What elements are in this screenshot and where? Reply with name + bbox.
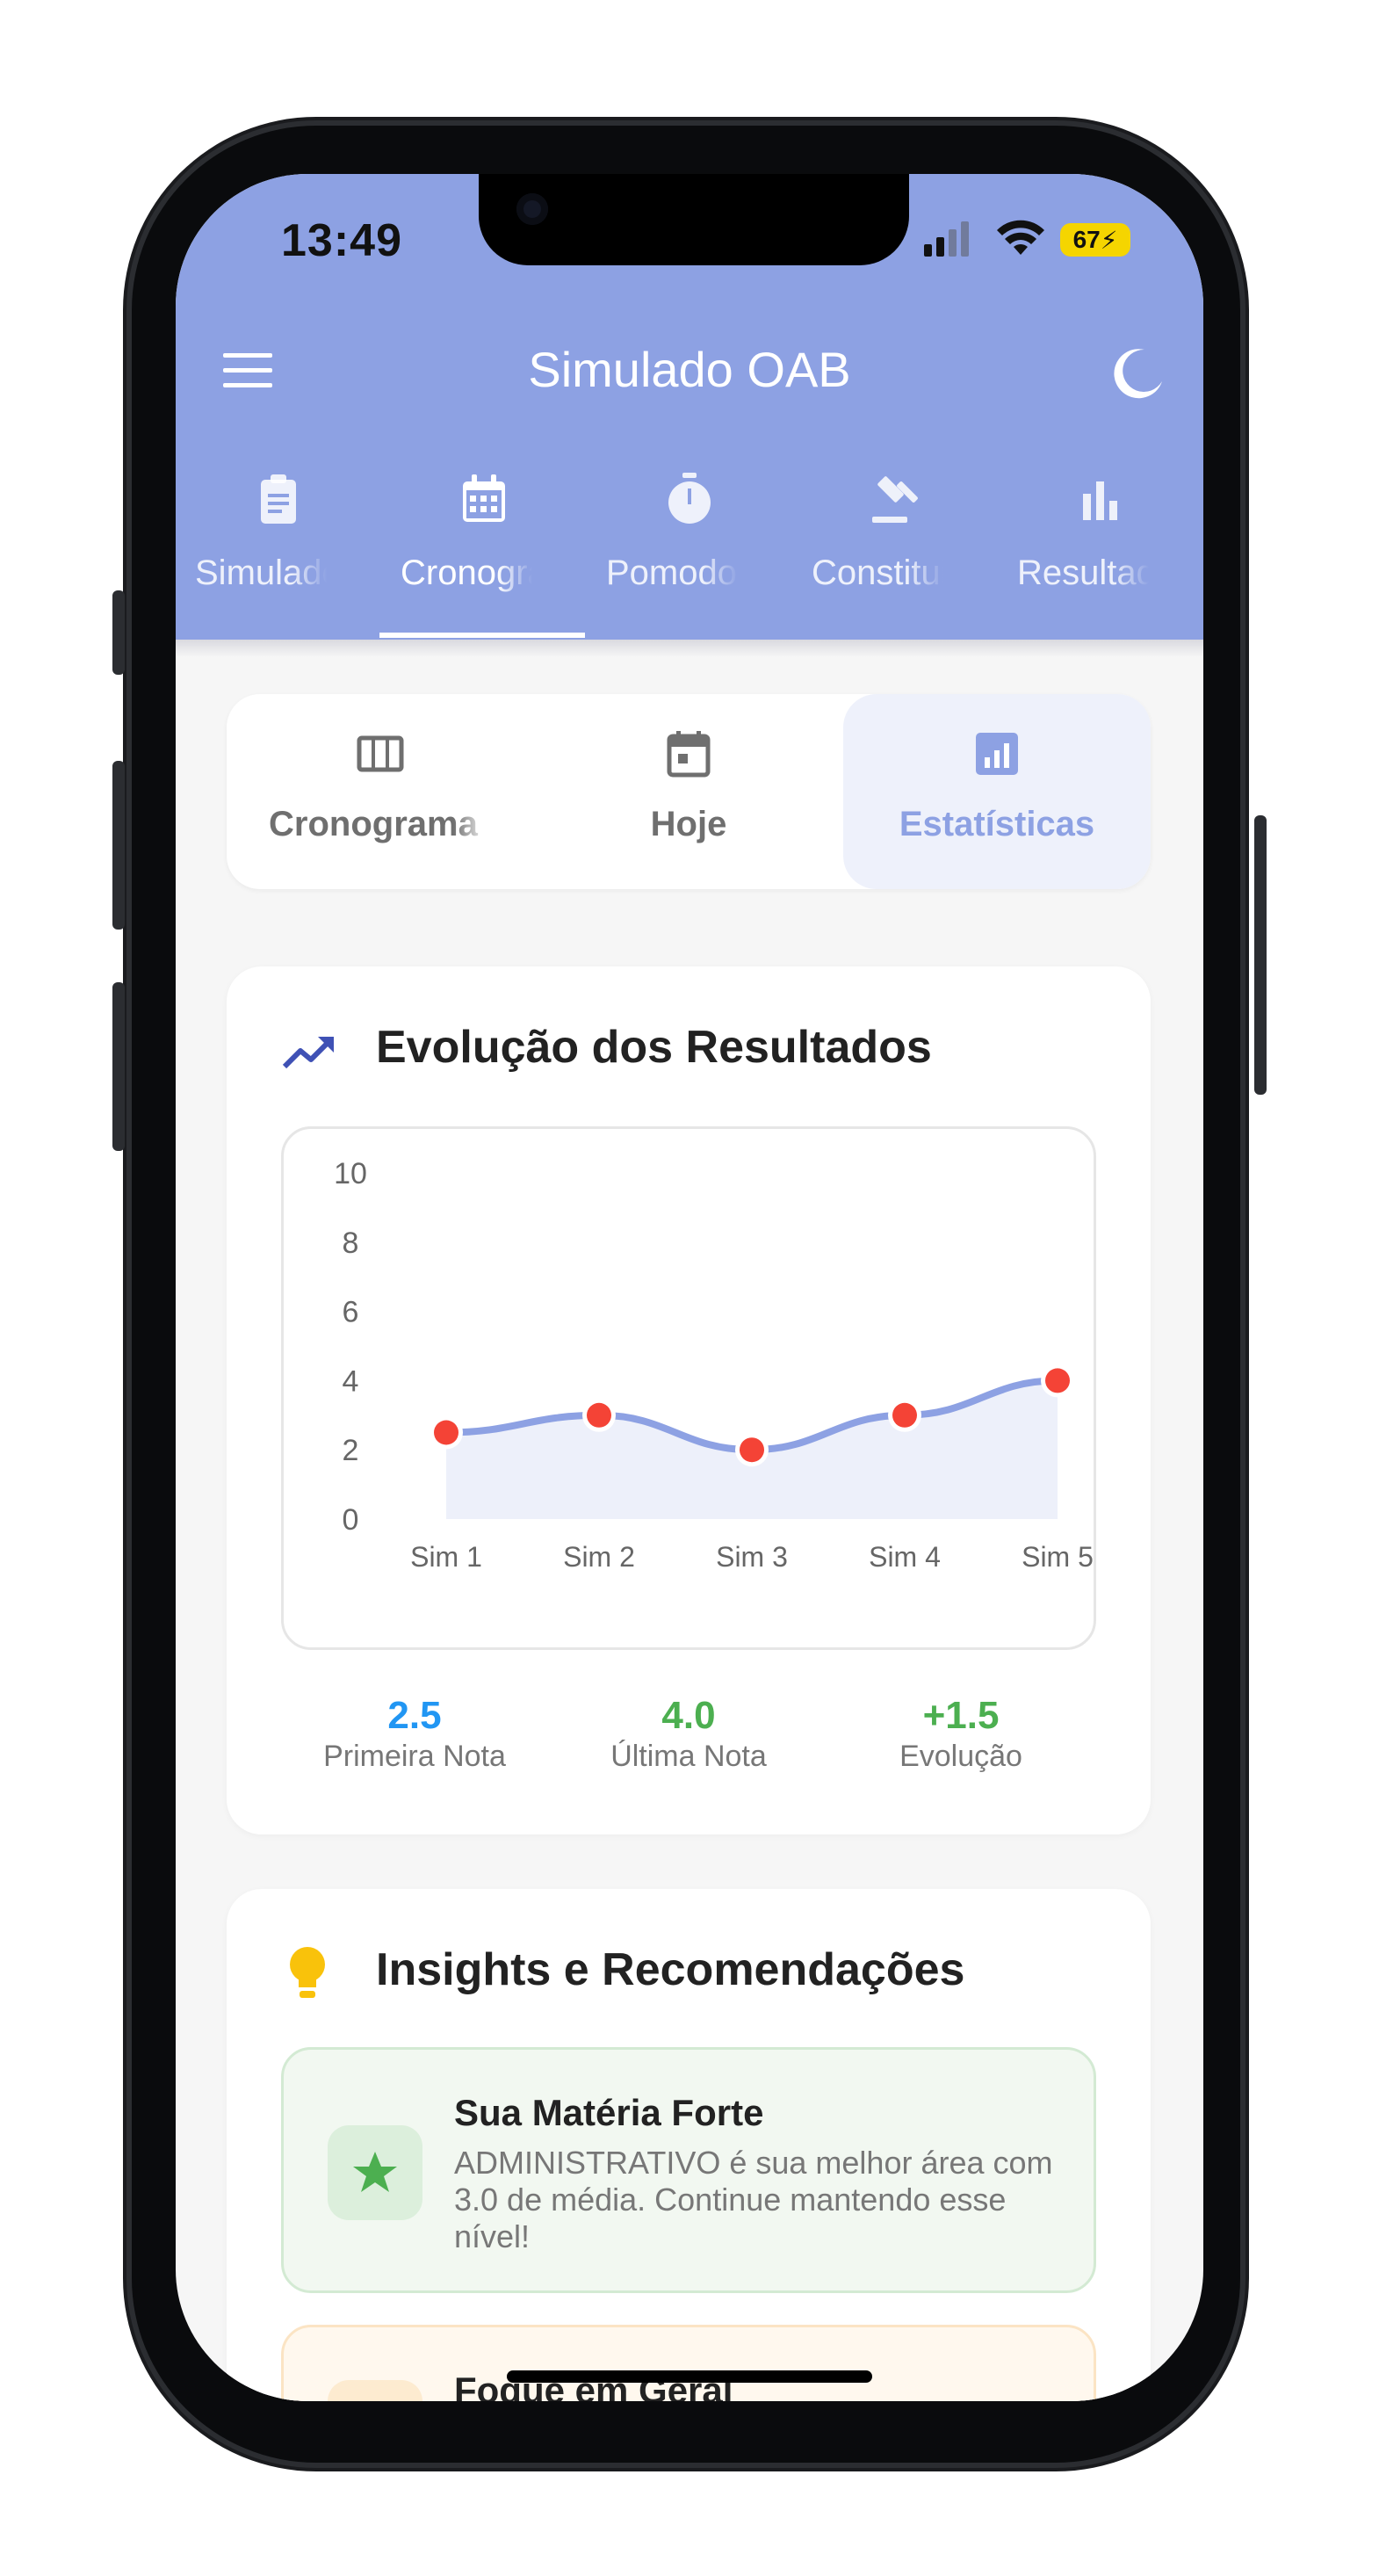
data-point [892, 1402, 917, 1428]
evolution-chart: 0 2 4 6 8 10 Sim 1 Sim 2 Sim 3 Sim 4 Sim 5 [281, 1126, 1096, 1650]
last-score-value: 4.0 [661, 1694, 716, 1737]
insight-title: Sua Matéria Forte [454, 2092, 764, 2133]
x-tick-label: Sim 5 [1022, 1541, 1094, 1573]
tab-label: Simulados [195, 554, 327, 593]
front-camera [516, 193, 548, 225]
tab-label: Resultados [1017, 554, 1149, 593]
data-point [434, 1420, 458, 1445]
insight-badge [328, 2380, 422, 2401]
insight-strong-subject[interactable]: Sua Matéria Forte ADMINISTRATIVO é sua m… [281, 2047, 1096, 2293]
y-tick-label: 10 [334, 1157, 367, 1190]
first-score-value: 2.5 [387, 1694, 442, 1737]
stat-last-score: 4.0 Última Nota [548, 1694, 829, 1774]
clipboard-icon [261, 474, 296, 524]
lightbulb-icon [290, 1947, 325, 1998]
y-tick-label: 4 [343, 1364, 359, 1398]
status-time: 13:49 [281, 215, 402, 266]
x-tick-label: Sim 1 [410, 1541, 482, 1573]
data-point [1045, 1368, 1070, 1393]
segment-label: Estatísticas [899, 805, 1095, 843]
insight-focus[interactable]: Foque em Geral [281, 2325, 1096, 2401]
insights-title: Insights e Recomendações [376, 1944, 965, 1995]
stat-evolution: +1.5 Evolução [820, 1694, 1101, 1774]
volume-down-button [112, 982, 125, 1151]
data-point [587, 1402, 611, 1428]
active-tab-indicator [379, 633, 585, 638]
calendar-today-icon [667, 731, 711, 778]
evolution-label: Evolução [899, 1740, 1022, 1773]
x-tick-label: Sim 2 [563, 1541, 635, 1573]
battery-indicator: 67 ⚡ [1060, 223, 1130, 257]
x-tick-label: Sim 3 [716, 1541, 788, 1573]
volume-up-button [112, 761, 125, 930]
y-tick-label: 2 [343, 1434, 359, 1467]
app-title: Simulado OAB [528, 342, 851, 397]
tab-label: Pomodoro [606, 554, 738, 593]
last-score-label: Última Nota [610, 1740, 767, 1773]
battery-level: 67 [1072, 226, 1101, 253]
star-icon [353, 2152, 397, 2192]
tab-constituicao[interactable]: Constituição [792, 455, 998, 640]
home-indicator [507, 2370, 872, 2383]
tab-label: Constituição [812, 554, 943, 593]
first-score-label: Primeira Nota [323, 1740, 506, 1773]
app-header: 13:49 67 ⚡ Simulado OAB Simulad Cronogr … [176, 174, 1203, 640]
evolution-chart-svg: 0 2 4 6 8 10 Sim 1 Sim 2 Sim 3 Sim 4 Sim 5 [334, 1157, 1094, 1573]
gavel-icon [872, 476, 918, 523]
segment-hoje[interactable]: Hoje [535, 694, 842, 889]
phone-screen: 13:49 67 ⚡ Simulado OAB Simulad Cronogr … [176, 174, 1203, 2401]
power-button [1254, 815, 1267, 1095]
signal-icon [924, 221, 969, 257]
x-tick-label: Sim 4 [869, 1541, 941, 1573]
mute-switch [112, 590, 125, 675]
stat-first-score: 2.5 Primeira Nota [274, 1694, 555, 1774]
y-tick-label: 8 [343, 1226, 359, 1260]
data-point [740, 1437, 764, 1463]
tab-label: Cronograma [401, 554, 532, 593]
tab-pomodoro[interactable]: Pomodoro [587, 455, 792, 640]
wifi-icon [997, 220, 1044, 255]
tab-cronograma[interactable]: Cronograma [381, 455, 587, 640]
y-tick-label: 6 [343, 1296, 359, 1329]
evolution-title: Evolução dos Resultados [376, 1022, 932, 1073]
insight-text: ADMINISTRATIVO é sua melhor área com 3.0… [454, 2145, 1053, 2254]
timer-icon [668, 473, 711, 524]
tab-simulados[interactable]: Simulados [176, 455, 381, 640]
evolution-value: +1.5 [922, 1694, 1000, 1737]
charging-bolt-icon: ⚡ [1100, 226, 1118, 254]
tab-resultados[interactable]: Resultados [998, 455, 1203, 640]
insights-card: Insights e Recomendações Sua Matéria For… [227, 1889, 1151, 2401]
segment-estatisticas[interactable]: Estatísticas [843, 694, 1151, 889]
dark-mode-moon-icon[interactable] [1111, 346, 1166, 401]
insight-badge [328, 2125, 422, 2220]
sub-tab-segmented-control: Cronograma Hoje Estatísticas [227, 694, 1151, 889]
header-shadow [176, 640, 1203, 657]
bar-chart-icon [1083, 481, 1117, 520]
calendar-icon [463, 474, 505, 522]
segment-cronograma[interactable]: Cronograma [227, 694, 534, 889]
y-tick-label: 0 [343, 1503, 359, 1537]
stats-icon [976, 733, 1018, 775]
segment-label: Cronograma [269, 805, 488, 844]
segment-label: Hoje [650, 805, 727, 843]
trending-up-icon [282, 1037, 334, 1069]
evolution-card: Evolução dos Resultados 0 2 4 6 8 10 Sim 1 Sim … [227, 966, 1151, 1834]
grid-columns-icon [357, 735, 404, 772]
main-tab-bar: Simulados Cronograma [176, 455, 1203, 640]
